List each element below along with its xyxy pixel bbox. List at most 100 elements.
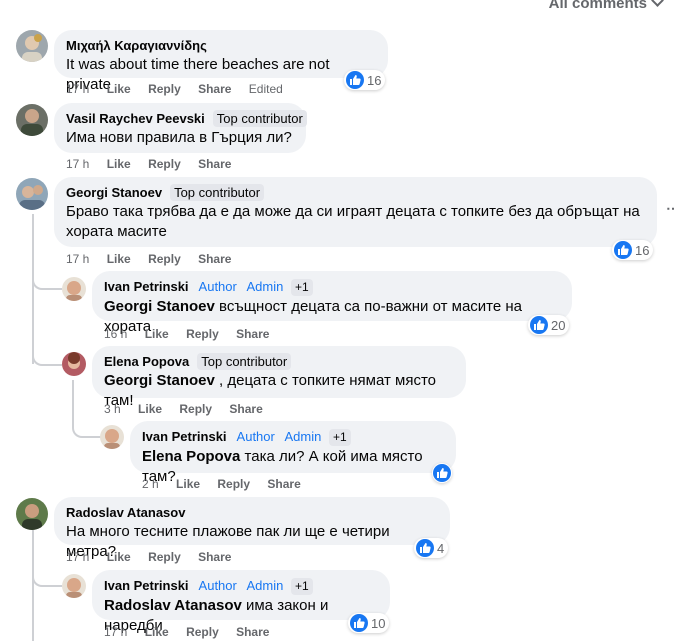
author-badge[interactable]: Author xyxy=(197,577,239,594)
author-name[interactable]: Ivan Petrinski xyxy=(142,429,227,444)
more-options-icon[interactable]: ⋯ xyxy=(666,200,676,217)
comment-bubble: Ivan Petrinski Author Admin +1 Georgi Sta… xyxy=(92,271,572,335)
reaction-count[interactable]: 4 xyxy=(414,538,449,558)
all-comments-filter[interactable]: All comments xyxy=(548,0,664,12)
comment-actions: 17 h Like Reply Share xyxy=(104,625,283,639)
comment-timestamp[interactable]: 17 h xyxy=(104,625,127,639)
share-button[interactable]: Share xyxy=(198,82,231,96)
avatar[interactable] xyxy=(16,30,48,62)
share-button[interactable]: Share xyxy=(236,327,269,341)
comment-timestamp[interactable]: 2 h xyxy=(142,477,159,491)
reaction-count[interactable]: 16 xyxy=(612,240,654,260)
comment-bubble: Vasil Raychev Peevski Top contributor Има… xyxy=(54,103,307,153)
mention-link[interactable]: Radoslav Atanasov xyxy=(104,597,242,614)
author-badge[interactable]: Author xyxy=(197,278,239,295)
author-name[interactable]: Vasil Raychev Peevski xyxy=(66,111,205,126)
avatar[interactable] xyxy=(16,498,48,530)
reaction-count[interactable]: 16 xyxy=(344,70,386,90)
admin-badge[interactable]: Admin xyxy=(244,577,285,594)
comment-actions: 17 h Like Reply Share xyxy=(66,157,245,171)
admin-badge[interactable]: Admin xyxy=(282,428,323,445)
comment-bubble: Georgi Stanoev Top contributor Браво така… xyxy=(54,177,657,247)
share-button[interactable]: Share xyxy=(198,252,231,266)
avatar[interactable] xyxy=(62,277,86,301)
like-reaction-icon xyxy=(614,241,632,259)
like-reaction-icon xyxy=(433,464,451,482)
reply-button[interactable]: Reply xyxy=(148,157,181,171)
chevron-down-icon xyxy=(651,0,664,7)
top-contributor-badge[interactable]: Top contributor xyxy=(212,110,307,127)
author-name[interactable]: Georgi Stanoev xyxy=(66,185,162,200)
like-button[interactable]: Like xyxy=(107,550,131,564)
share-button[interactable]: Share xyxy=(198,157,231,171)
avatar[interactable] xyxy=(62,574,86,598)
more-badges[interactable]: +1 xyxy=(290,279,313,296)
like-reaction-icon xyxy=(346,71,364,89)
comment-timestamp[interactable]: 17 h xyxy=(66,550,89,564)
comment-bubble: Ivan Petrinski Author Admin +1 Elena Popo… xyxy=(130,421,456,485)
comment-timestamp[interactable]: 17 h xyxy=(66,82,89,96)
comment-bubble: Ivan Petrinski Author Admin +1 Radoslav A… xyxy=(92,570,390,634)
author-name[interactable]: Radoslav Atanasov xyxy=(66,505,185,520)
like-button[interactable]: Like xyxy=(138,402,162,416)
share-button[interactable]: Share xyxy=(236,625,269,639)
like-button[interactable]: Like xyxy=(145,625,169,639)
share-button[interactable]: Share xyxy=(198,550,231,564)
reply-button[interactable]: Reply xyxy=(186,625,219,639)
share-button[interactable]: Share xyxy=(267,477,300,491)
comment-bubble: Radoslav Atanasov На много тесните плажо… xyxy=(54,497,450,560)
reaction-count-value: 4 xyxy=(437,540,445,556)
reply-button[interactable]: Reply xyxy=(186,327,219,341)
avatar[interactable] xyxy=(16,178,48,210)
reply-button[interactable]: Reply xyxy=(148,252,181,266)
author-name[interactable]: Ivan Petrinski xyxy=(104,279,189,294)
admin-badge[interactable]: Admin xyxy=(244,278,285,295)
comment-timestamp[interactable]: 17 h xyxy=(66,157,89,171)
like-reaction-icon xyxy=(530,316,548,334)
like-button[interactable]: Like xyxy=(176,477,200,491)
like-button[interactable]: Like xyxy=(145,327,169,341)
mention-link[interactable]: Georgi Stanoev xyxy=(104,298,215,315)
comment-timestamp[interactable]: 17 h xyxy=(66,252,89,266)
reaction-count[interactable]: 10 xyxy=(348,613,390,633)
author-name[interactable]: Ivan Petrinski xyxy=(104,578,189,593)
author-name[interactable]: Μιχαήλ Καραγιαννίδης xyxy=(66,38,207,53)
comment-timestamp[interactable]: 16 h xyxy=(104,327,127,341)
avatar[interactable] xyxy=(16,104,48,136)
reaction-count-value: 20 xyxy=(551,317,566,333)
comment-text-line-1: Браво така трябва да е да може да си игр… xyxy=(66,203,640,220)
share-button[interactable]: Share xyxy=(229,402,262,416)
avatar[interactable] xyxy=(100,425,124,449)
reaction-count-value: 16 xyxy=(367,72,382,88)
reaction-indicator[interactable] xyxy=(432,463,452,483)
avatar[interactable] xyxy=(62,352,86,376)
more-badges[interactable]: +1 xyxy=(290,578,313,595)
mention-link[interactable]: Elena Popova xyxy=(142,448,240,465)
author-badge[interactable]: Author xyxy=(235,428,277,445)
edited-label: Edited xyxy=(248,82,283,96)
reaction-count-value: 10 xyxy=(371,615,386,631)
mention-link[interactable]: Georgi Stanoev xyxy=(104,372,215,389)
reply-button[interactable]: Reply xyxy=(217,477,250,491)
reply-button[interactable]: Reply xyxy=(179,402,212,416)
thread-elbow xyxy=(32,555,62,587)
top-contributor-badge[interactable]: Top contributor xyxy=(197,353,292,370)
more-badges[interactable]: +1 xyxy=(328,429,351,446)
author-name[interactable]: Elena Popova xyxy=(104,354,189,369)
like-reaction-icon xyxy=(350,614,368,632)
comment-timestamp[interactable]: 3 h xyxy=(104,402,121,416)
comment-text-line-2: хората масите xyxy=(66,223,167,240)
comment-actions: 3 h Like Reply Share xyxy=(104,402,277,416)
comment-bubble: Elena Popova Top contributor Georgi Stano… xyxy=(92,346,466,409)
like-button[interactable]: Like xyxy=(107,252,131,266)
like-button[interactable]: Like xyxy=(107,82,131,96)
like-reaction-icon xyxy=(416,539,434,557)
thread-elbow xyxy=(32,250,62,290)
all-comments-label: All comments xyxy=(548,0,647,12)
thread-elbow xyxy=(72,400,102,438)
reply-button[interactable]: Reply xyxy=(148,550,181,564)
top-contributor-badge[interactable]: Top contributor xyxy=(170,184,265,201)
like-button[interactable]: Like xyxy=(107,157,131,171)
reply-button[interactable]: Reply xyxy=(148,82,181,96)
reaction-count[interactable]: 20 xyxy=(528,315,570,335)
